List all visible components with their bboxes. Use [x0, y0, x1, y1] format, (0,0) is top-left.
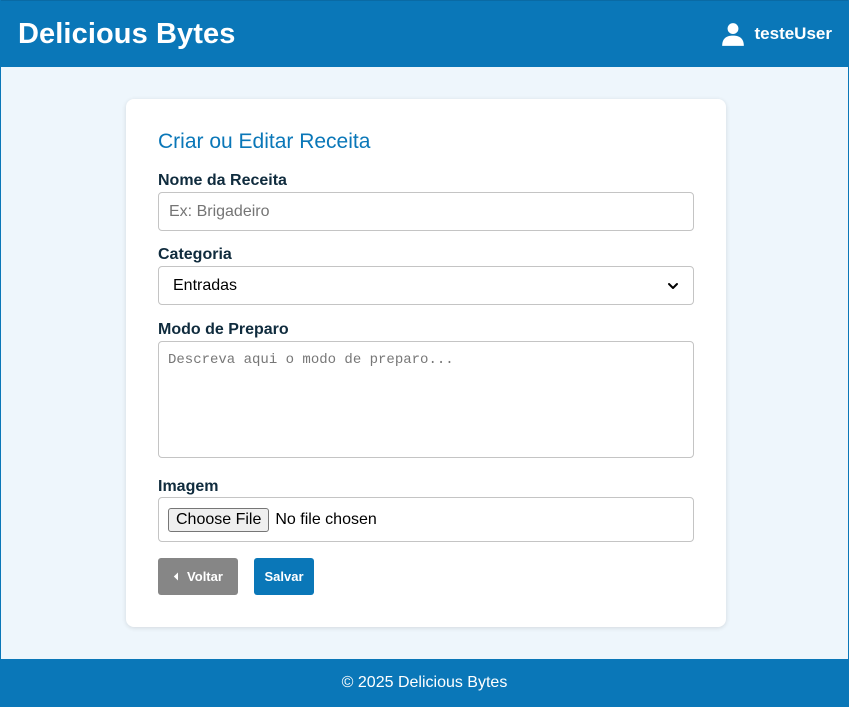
choose-file-button[interactable]: Choose File: [168, 507, 270, 532]
image-file-input[interactable]: Choose File No file chosen: [158, 497, 694, 542]
recipe-name-label: Nome da Receita: [158, 172, 287, 189]
file-status: No file chosen: [275, 510, 377, 528]
category-select[interactable]: Entradas: [158, 266, 694, 305]
recipe-form-card: Criar ou Editar Receita Nome da Receita …: [126, 99, 726, 627]
method-label: Modo de Preparo: [158, 321, 289, 338]
category-label: Categoria: [158, 246, 232, 263]
method-textarea[interactable]: [158, 341, 694, 458]
brand-title[interactable]: Delicious Bytes: [18, 18, 235, 51]
footer-copyright: © 2025 Delicious Bytes: [341, 674, 508, 691]
app-footer: © 2025 Delicious Bytes: [1, 659, 848, 707]
user-icon: [721, 23, 744, 46]
back-button-label: Voltar: [187, 569, 223, 584]
back-button[interactable]: Voltar: [158, 558, 238, 595]
user-menu[interactable]: testeUser: [720, 21, 833, 47]
form-title: Criar ou Editar Receita: [158, 130, 371, 153]
chevron-down-icon: [668, 282, 678, 289]
caret-left-icon: [173, 572, 179, 581]
username-label: testeUser: [754, 24, 833, 43]
app-header: Delicious Bytes testeUser: [1, 0, 848, 67]
image-label: Imagem: [158, 478, 219, 495]
recipe-name-input[interactable]: [158, 192, 694, 231]
save-button[interactable]: Salvar: [254, 558, 314, 595]
category-selected-value: Entradas: [173, 276, 238, 294]
